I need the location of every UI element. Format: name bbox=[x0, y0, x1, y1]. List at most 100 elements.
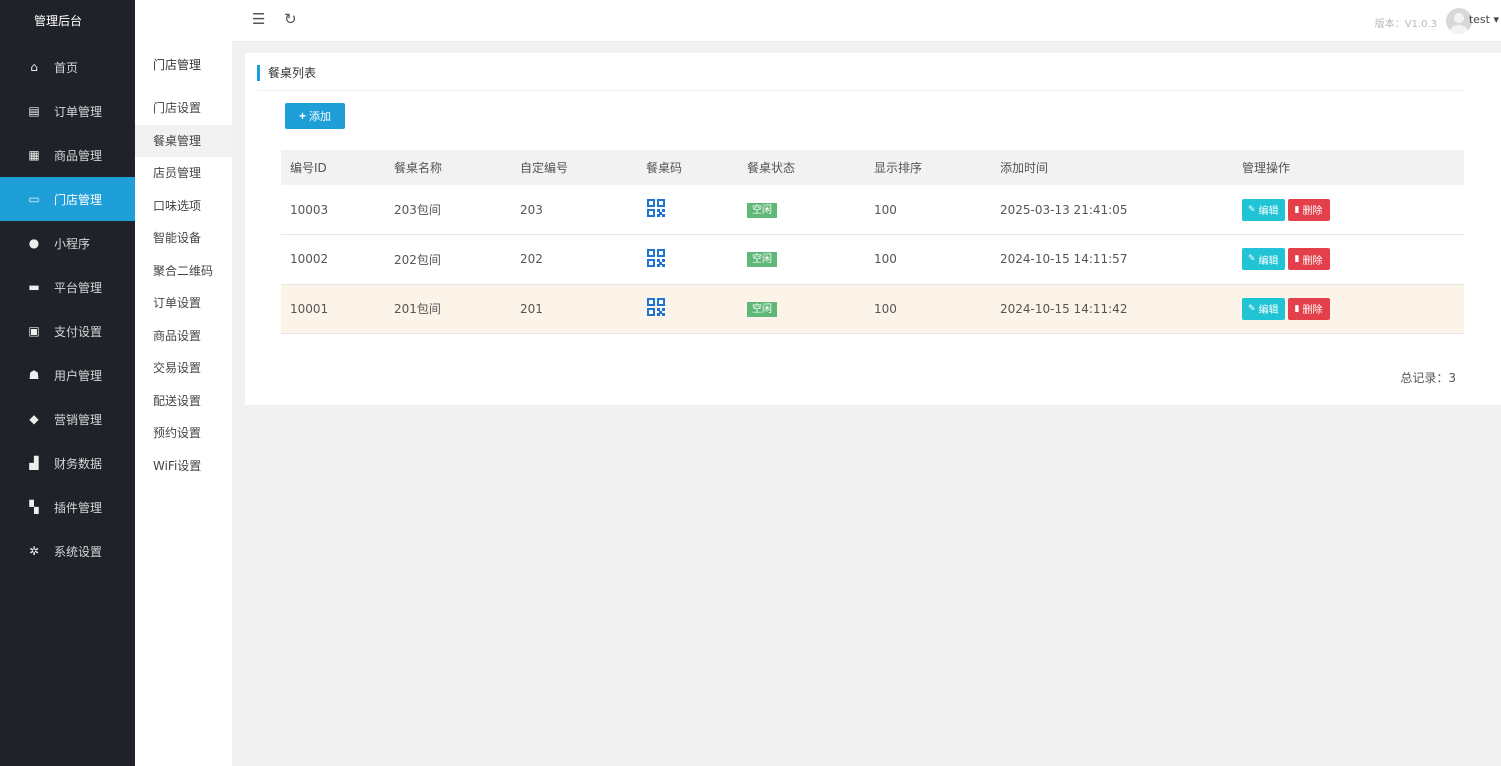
delete-button[interactable]: ▮ 删除 bbox=[1287, 198, 1330, 221]
cell-name: 201包间 bbox=[394, 302, 441, 317]
pencil-icon: ✎ bbox=[1248, 204, 1256, 215]
pencil-icon: ✎ bbox=[1248, 254, 1256, 265]
delete-label: 删除 bbox=[1302, 305, 1323, 317]
nav-label: 插件管理 bbox=[54, 500, 103, 515]
delete-button[interactable]: ▮ 删除 bbox=[1287, 248, 1330, 271]
nav-item-orders[interactable]: ▤ 订单管理 bbox=[0, 89, 135, 133]
trash-icon: ▮ bbox=[1294, 254, 1300, 265]
cell-qr bbox=[637, 185, 738, 235]
content-panel: 餐桌列表 + 添加 编号ID 餐桌名称 自定编号 餐桌码 餐桌状态 显示排序 添加… bbox=[245, 53, 1501, 405]
cell-actions: ✎ 编辑 ▮ 删除 bbox=[1233, 284, 1464, 334]
cell-qr bbox=[637, 284, 738, 334]
edit-button[interactable]: ✎ 编辑 bbox=[1242, 297, 1285, 320]
edit-label: 编辑 bbox=[1258, 255, 1279, 267]
nav-label: 系统设置 bbox=[54, 544, 103, 559]
delete-label: 删除 bbox=[1302, 255, 1323, 267]
submenu-item-wifi-settings[interactable]: WiFi设置 bbox=[135, 450, 232, 483]
col-header: 餐桌状态 bbox=[747, 161, 796, 175]
payment-icon: ▣ bbox=[28, 324, 40, 338]
col-header: 显示排序 bbox=[874, 161, 923, 175]
nav-label: 平台管理 bbox=[54, 280, 103, 295]
brand-title: 管理后台 bbox=[0, 0, 135, 42]
qrcode-icon[interactable] bbox=[646, 198, 666, 218]
nav-item-plugins[interactable]: ▚ 插件管理 bbox=[0, 485, 135, 529]
submenu-item-goods-settings[interactable]: 商品设置 bbox=[135, 320, 232, 353]
goods-icon: ▦ bbox=[28, 148, 40, 162]
version-label: 版本：V1.0.3 bbox=[1374, 19, 1437, 30]
col-header: 添加时间 bbox=[1000, 161, 1049, 175]
platform-icon: ▬ bbox=[28, 280, 40, 294]
add-button[interactable]: + 添加 bbox=[285, 103, 345, 129]
cell-id: 10003 bbox=[290, 202, 329, 217]
edit-label: 编辑 bbox=[1258, 206, 1279, 217]
user-menu[interactable]: test ▾ bbox=[1469, 13, 1499, 26]
tables-table: 编号ID 餐桌名称 自定编号 餐桌码 餐桌状态 显示排序 添加时间 管理操作 1… bbox=[281, 150, 1464, 334]
menu-toggle-icon[interactable]: ☰ bbox=[252, 10, 265, 28]
cell-sort: 100 bbox=[874, 301, 897, 316]
submenu-item-delivery-settings[interactable]: 配送设置 bbox=[135, 385, 232, 418]
nav-item-users[interactable]: ☗ 用户管理 bbox=[0, 353, 135, 397]
nav-item-payment[interactable]: ▣ 支付设置 bbox=[0, 309, 135, 353]
delete-button[interactable]: ▮ 删除 bbox=[1287, 297, 1330, 320]
divider bbox=[257, 90, 1465, 91]
chart-icon: ▟ bbox=[29, 456, 39, 470]
tag-icon: ◆ bbox=[29, 412, 39, 426]
col-header: 编号ID bbox=[290, 161, 327, 175]
gear-icon: ✲ bbox=[28, 544, 40, 558]
cell-status: 空闲 bbox=[738, 284, 865, 334]
nav-item-miniapp[interactable]: ● 小程序 bbox=[0, 221, 135, 265]
nav-list: ⌂ 首页 ▤ 订单管理 ▦ 商品管理 ▭ 门店管理 ● 小程序 ▬ 平台管理 ▣ 支付设置 ☗… bbox=[0, 42, 135, 573]
col-header: 管理操作 bbox=[1242, 161, 1291, 175]
cell-code: 201 bbox=[520, 301, 543, 316]
submenu-item-trade-settings[interactable]: 交易设置 bbox=[135, 352, 232, 385]
cell-actions: ✎ 编辑 ▮ 删除 bbox=[1233, 185, 1464, 235]
submenu-item-tables[interactable]: 餐桌管理 bbox=[135, 124, 232, 157]
nav-item-platform[interactable]: ▬ 平台管理 bbox=[0, 265, 135, 309]
submenu-item-flavors[interactable]: 口味选项 bbox=[135, 190, 232, 223]
trash-icon: ▮ bbox=[1294, 303, 1300, 314]
refresh-icon[interactable]: ↻ bbox=[284, 10, 297, 28]
submenu-item-booking-settings[interactable]: 预约设置 bbox=[135, 417, 232, 450]
submenu-title: 门店管理 bbox=[153, 58, 202, 72]
submenu-list: 门店设置 餐桌管理 店员管理 口味选项 智能设备 聚合二维码 订单设置 商品设置… bbox=[135, 92, 232, 482]
nav-label: 支付设置 bbox=[54, 324, 103, 339]
submenu-item-order-settings[interactable]: 订单设置 bbox=[135, 287, 232, 320]
store-icon: ▭ bbox=[28, 192, 40, 206]
edit-button[interactable]: ✎ 编辑 bbox=[1242, 198, 1285, 221]
nav-label: 首页 bbox=[54, 60, 79, 75]
qrcode-icon[interactable] bbox=[646, 248, 666, 268]
edit-label: 编辑 bbox=[1258, 305, 1279, 317]
cell-name: 202包间 bbox=[394, 252, 441, 267]
status-badge: 空闲 bbox=[747, 202, 777, 218]
col-header: 自定编号 bbox=[520, 161, 569, 175]
nav-item-finance[interactable]: ▟ 财务数据 bbox=[0, 441, 135, 485]
user-icon: ☗ bbox=[28, 368, 40, 382]
nav-label: 财务数据 bbox=[54, 456, 103, 471]
nav-item-goods[interactable]: ▦ 商品管理 bbox=[0, 133, 135, 177]
qrcode-icon[interactable] bbox=[646, 297, 666, 317]
submenu-item-qrcode[interactable]: 聚合二维码 bbox=[135, 255, 232, 288]
nav-label: 用户管理 bbox=[54, 368, 103, 383]
submenu-item-devices[interactable]: 智能设备 bbox=[135, 222, 232, 255]
submenu-item-staff[interactable]: 店员管理 bbox=[135, 157, 232, 190]
nav-item-marketing[interactable]: ◆ 营销管理 bbox=[0, 397, 135, 441]
miniapp-icon: ● bbox=[28, 236, 40, 250]
nav-label: 小程序 bbox=[54, 236, 91, 251]
cell-code: 203 bbox=[520, 202, 543, 217]
table-row: 10003 203包间 203 空闲 100 2025-03-13 21:41:… bbox=[281, 185, 1464, 235]
nav-label: 营销管理 bbox=[54, 412, 103, 427]
nav-item-home[interactable]: ⌂ 首页 bbox=[0, 45, 135, 89]
edit-button[interactable]: ✎ 编辑 bbox=[1242, 248, 1285, 271]
nav-item-store[interactable]: ▭ 门店管理 bbox=[0, 177, 135, 221]
caret-down-icon: ▾ bbox=[1489, 13, 1499, 26]
cell-code: 202 bbox=[520, 252, 543, 267]
col-header: 餐桌名称 bbox=[394, 161, 443, 175]
nav-label: 订单管理 bbox=[54, 104, 103, 119]
cell-sort: 100 bbox=[874, 202, 897, 217]
nav-item-settings[interactable]: ✲ 系统设置 bbox=[0, 529, 135, 573]
submenu-item-store-settings[interactable]: 门店设置 bbox=[135, 92, 232, 125]
total-records: 总记录：3 bbox=[1400, 371, 1456, 385]
submenu: 门店管理 门店设置 餐桌管理 店员管理 口味选项 智能设备 聚合二维码 订单设置… bbox=[135, 0, 232, 766]
table-row: 10001 201包间 201 空闲 100 2024-10-15 14:11:… bbox=[281, 284, 1464, 334]
home-icon: ⌂ bbox=[30, 60, 38, 74]
